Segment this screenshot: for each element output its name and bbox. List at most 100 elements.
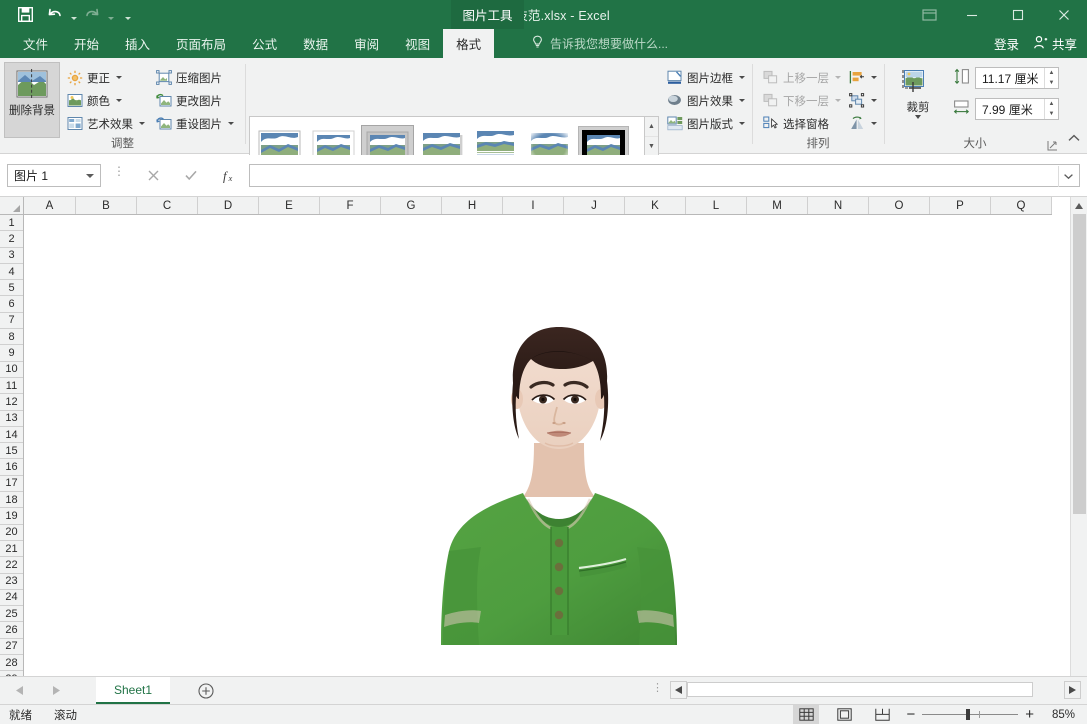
restore-icon[interactable]	[995, 0, 1041, 29]
row-header-19[interactable]: 19	[0, 508, 23, 525]
align-objects-button[interactable]	[848, 66, 877, 89]
column-header-I[interactable]: I	[503, 197, 564, 214]
row-header-12[interactable]: 12	[0, 394, 23, 411]
tab-review[interactable]: 审阅	[341, 29, 392, 58]
formula-input[interactable]	[249, 164, 1080, 187]
tell-me-search[interactable]: 告诉我您想要做什么...	[531, 29, 668, 58]
column-header-J[interactable]: J	[564, 197, 625, 214]
row-header-10[interactable]: 10	[0, 362, 23, 378]
name-box[interactable]: 图片 1	[7, 164, 101, 187]
row-header-6[interactable]: 6	[0, 296, 23, 313]
selection-pane-button[interactable]: 选择窗格	[762, 112, 829, 135]
row-header-5[interactable]: 5	[0, 280, 23, 297]
collapse-ribbon-button[interactable]	[1067, 132, 1081, 150]
formula-bar-grip[interactable]: ⋮	[113, 165, 125, 177]
picture-border-button[interactable]: 图片边框	[666, 66, 745, 89]
row-header-13[interactable]: 13	[0, 411, 23, 427]
triangle-left-icon[interactable]	[16, 682, 25, 700]
row-header-4[interactable]: 4	[0, 264, 23, 281]
tab-insert[interactable]: 插入	[112, 29, 163, 58]
chevron-down-icon[interactable]	[116, 76, 122, 79]
row-header-26[interactable]: 26	[0, 622, 23, 639]
vertical-scrollbar-thumb[interactable]	[1073, 214, 1086, 514]
shape-height-input[interactable]: 11.17 厘米 ▲ ▼	[975, 67, 1059, 89]
zoom-level-label[interactable]: 85%	[1041, 709, 1075, 721]
column-header-M[interactable]: M	[747, 197, 808, 214]
row-header-27[interactable]: 27	[0, 639, 23, 656]
column-header-D[interactable]: D	[198, 197, 259, 214]
row-header-20[interactable]: 20	[0, 525, 23, 541]
page-break-preview-button[interactable]	[869, 705, 895, 724]
shape-height-spinner[interactable]: ▲ ▼	[1044, 68, 1058, 88]
row-header-17[interactable]: 17	[0, 476, 23, 493]
chevron-down-icon[interactable]	[871, 76, 877, 79]
minimize-icon[interactable]	[949, 0, 995, 29]
bring-forward-button[interactable]: 上移一层	[762, 66, 841, 89]
add-sheet-button[interactable]	[198, 677, 214, 704]
worksheet-picture-object[interactable]	[427, 315, 691, 645]
tab-format[interactable]: 格式	[443, 29, 495, 58]
triangle-right-icon[interactable]	[51, 682, 60, 700]
tab-view[interactable]: 视图	[392, 29, 443, 58]
chevron-down-icon[interactable]	[228, 122, 234, 125]
row-header-28[interactable]: 28	[0, 655, 23, 672]
zoom-in-button[interactable]: +	[1025, 706, 1034, 723]
horizontal-scrollbar-track[interactable]	[687, 681, 1064, 699]
horizontal-scrollbar-thumb[interactable]	[687, 682, 1033, 697]
row-header-8[interactable]: 8	[0, 329, 23, 346]
row-header-15[interactable]: 15	[0, 443, 23, 460]
column-header-P[interactable]: P	[930, 197, 991, 214]
chevron-down-icon[interactable]	[871, 122, 877, 125]
row-header-21[interactable]: 21	[0, 541, 23, 558]
chevron-down-icon[interactable]	[871, 99, 877, 102]
row-header-25[interactable]: 25	[0, 606, 23, 623]
column-header-C[interactable]: C	[137, 197, 198, 214]
crop-button[interactable]: 裁剪	[890, 64, 946, 119]
cancel-icon[interactable]	[134, 164, 172, 187]
change-picture-button[interactable]: 更改图片	[155, 89, 222, 112]
row-header-1[interactable]: 1	[0, 215, 23, 232]
compress-pictures-button[interactable]: 压缩图片	[155, 66, 222, 89]
chevron-down-icon[interactable]	[915, 115, 921, 119]
tab-page-layout[interactable]: 页面布局	[163, 29, 239, 58]
column-header-G[interactable]: G	[381, 197, 442, 214]
picture-effects-button[interactable]: 图片效果	[666, 89, 745, 112]
row-header-2[interactable]: 2	[0, 231, 23, 248]
chevron-down-icon[interactable]	[739, 122, 745, 125]
chevron-down-icon[interactable]	[739, 76, 745, 79]
tab-file[interactable]: 文件	[10, 29, 61, 58]
row-header-9[interactable]: 9	[0, 345, 23, 362]
insert-function-icon[interactable]: f x	[210, 164, 248, 187]
spinner-up-icon[interactable]: ▲	[1045, 99, 1058, 109]
picture-layout-button[interactable]: 图片版式	[666, 112, 745, 135]
page-layout-view-button[interactable]	[831, 705, 857, 724]
shape-width-input[interactable]: 7.99 厘米 ▲ ▼	[975, 98, 1059, 120]
row-header-11[interactable]: 11	[0, 378, 23, 395]
chevron-down-icon[interactable]	[116, 99, 122, 102]
spinner-down-icon[interactable]: ▼	[1045, 109, 1058, 119]
enter-icon[interactable]	[172, 164, 210, 187]
remove-background-button[interactable]: 删除背景	[4, 62, 60, 138]
scroll-left-icon[interactable]	[670, 681, 687, 699]
vertical-scrollbar[interactable]	[1070, 197, 1087, 676]
tab-formulas[interactable]: 公式	[239, 29, 290, 58]
row-header-18[interactable]: 18	[0, 492, 23, 509]
worksheet-grid[interactable]	[24, 215, 1070, 676]
select-all-button[interactable]	[0, 197, 24, 215]
group-objects-button[interactable]	[848, 89, 877, 112]
column-header-L[interactable]: L	[686, 197, 747, 214]
horizontal-split-grip[interactable]: ⋮	[652, 683, 663, 694]
column-header-K[interactable]: K	[625, 197, 686, 214]
row-header-23[interactable]: 23	[0, 574, 23, 590]
chevron-down-icon[interactable]	[86, 174, 94, 178]
zoom-slider-thumb[interactable]	[966, 709, 971, 720]
column-header-N[interactable]: N	[808, 197, 869, 214]
tab-data[interactable]: 数据	[290, 29, 341, 58]
column-header-E[interactable]: E	[259, 197, 320, 214]
artistic-effects-button[interactable]: 艺术效果	[66, 112, 145, 135]
row-header-3[interactable]: 3	[0, 248, 23, 264]
corrections-button[interactable]: 更正	[66, 66, 122, 89]
row-header-24[interactable]: 24	[0, 590, 23, 607]
scroll-up-icon[interactable]	[1071, 197, 1087, 214]
spinner-down-icon[interactable]: ▼	[1045, 78, 1058, 88]
